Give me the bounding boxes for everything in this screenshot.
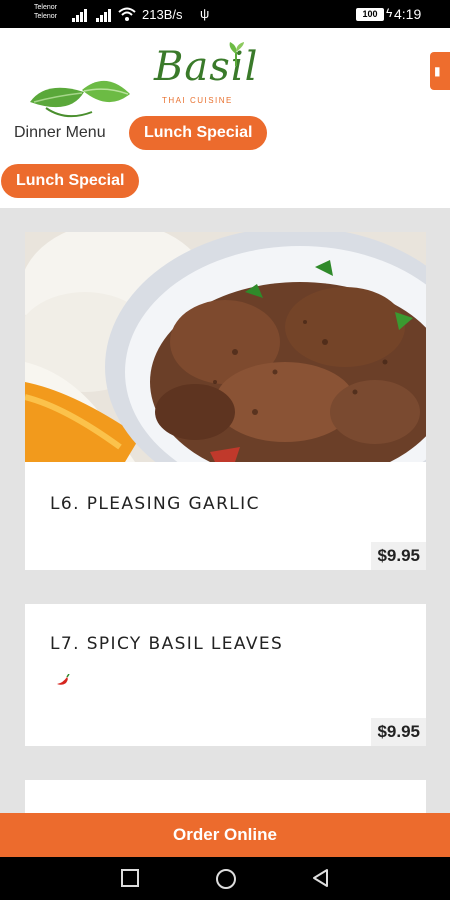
tab-dinner-menu[interactable]: Dinner Menu bbox=[14, 116, 106, 150]
category-lunch-special[interactable]: Lunch Special bbox=[1, 164, 140, 198]
status-bar: Telenor Telenor 213B/s ψ 100 ϟ 4:19 bbox=[0, 0, 450, 28]
cart-button[interactable]: ▮ bbox=[430, 52, 450, 90]
app-header: Basil THAI CUISINE ▮ Dinner Menu Lunch S… bbox=[0, 28, 450, 208]
menu-item-card[interactable] bbox=[25, 780, 426, 813]
clock: 4:19 bbox=[394, 6, 422, 22]
recent-apps-icon[interactable] bbox=[120, 868, 140, 888]
system-nav-bar bbox=[0, 857, 450, 900]
menu-item-card[interactable]: L6. PLEASING GARLIC $9.95 bbox=[25, 232, 426, 570]
menu-list[interactable]: L6. PLEASING GARLIC $9.95 L7. SPICY BASI… bbox=[0, 208, 450, 813]
charging-icon: ϟ bbox=[386, 6, 393, 20]
carrier-labels: Telenor Telenor bbox=[34, 3, 57, 21]
tab-lunch-special[interactable]: Lunch Special bbox=[129, 116, 268, 150]
back-icon[interactable] bbox=[311, 868, 331, 888]
signal-icon-2 bbox=[96, 9, 111, 22]
sprout-icon bbox=[229, 42, 244, 66]
logo-subtitle: THAI CUISINE bbox=[162, 96, 233, 105]
signal-icon bbox=[72, 9, 87, 22]
carrier-1: Telenor bbox=[34, 4, 57, 11]
battery-icon: 100 bbox=[356, 8, 384, 21]
food-photo bbox=[25, 232, 426, 462]
basil-logo[interactable]: Basil THAI CUISINE bbox=[150, 36, 257, 106]
menu-item-price: $9.95 bbox=[371, 542, 426, 570]
order-online-button[interactable]: Order Online bbox=[0, 813, 450, 857]
cart-icon: ▮ bbox=[434, 64, 441, 78]
home-icon[interactable] bbox=[215, 868, 237, 890]
usb-icon: ψ bbox=[200, 6, 210, 21]
wifi-icon bbox=[118, 7, 136, 21]
menu-item-price: $9.95 bbox=[371, 718, 426, 746]
menu-item-name: L7. SPICY BASIL LEAVES bbox=[50, 634, 284, 654]
menu-item-name: L6. PLEASING GARLIC bbox=[50, 494, 260, 514]
carrier-2: Telenor bbox=[34, 13, 57, 20]
network-speed: 213B/s bbox=[142, 7, 183, 22]
spicy-chili-icon bbox=[57, 674, 70, 685]
menu-item-card[interactable]: L7. SPICY BASIL LEAVES $9.95 bbox=[25, 604, 426, 746]
